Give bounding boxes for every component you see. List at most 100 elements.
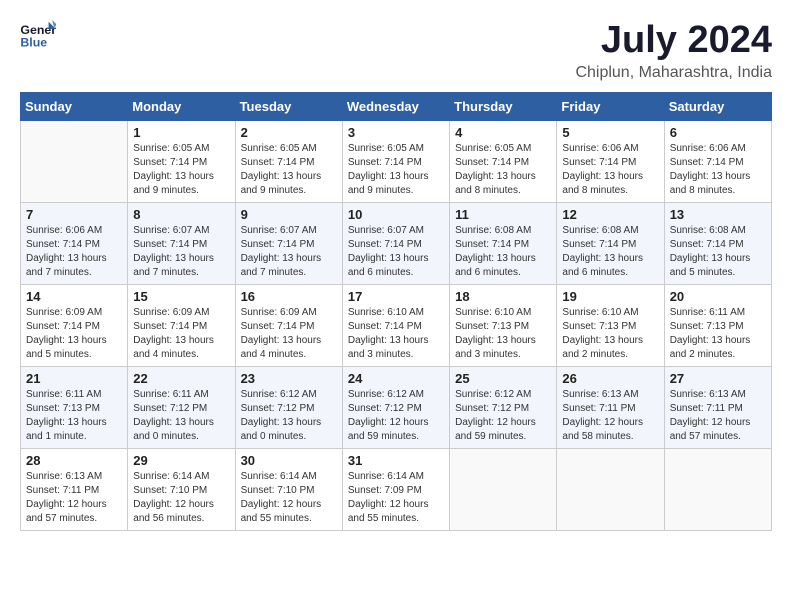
day-info: Sunrise: 6:05 AM Sunset: 7:14 PM Dayligh… xyxy=(241,142,337,198)
calendar-day-cell: 27 Sunrise: 6:13 AM Sunset: 7:11 PM Dayli… xyxy=(664,366,771,448)
day-number: 4 xyxy=(455,125,551,140)
day-number: 10 xyxy=(348,207,444,222)
day-info: Sunrise: 6:14 AM Sunset: 7:10 PM Dayligh… xyxy=(133,470,229,526)
calendar-day-cell: 13 Sunrise: 6:08 AM Sunset: 7:14 PM Dayli… xyxy=(664,202,771,284)
page-header: General Blue July 2024 Chiplun, Maharash… xyxy=(20,20,772,82)
day-number: 2 xyxy=(241,125,337,140)
day-number: 5 xyxy=(562,125,658,140)
calendar-day-cell: 24Sunrise: 6:12 AM Sunset: 7:12 PM Dayli… xyxy=(342,366,449,448)
weekday-header-friday: Friday xyxy=(557,92,664,120)
day-info: Sunrise: 6:13 AM Sunset: 7:11 PM Dayligh… xyxy=(562,388,658,444)
day-number: 30 xyxy=(241,453,337,468)
month-year-title: July 2024 xyxy=(575,20,772,62)
svg-text:Blue: Blue xyxy=(20,35,47,49)
day-number: 11 xyxy=(455,207,551,222)
calendar-day-cell: 18 Sunrise: 6:10 AM Sunset: 7:13 PM Dayli… xyxy=(450,284,557,366)
calendar-day-cell: 17 Sunrise: 6:10 AM Sunset: 7:14 PM Dayli… xyxy=(342,284,449,366)
day-number: 1 xyxy=(133,125,229,140)
day-number: 14 xyxy=(26,289,122,304)
logo-icon: General Blue xyxy=(20,20,56,50)
day-info: Sunrise: 6:09 AM Sunset: 7:14 PM Dayligh… xyxy=(241,306,337,362)
day-info: Sunrise: 6:13 AM Sunset: 7:11 PM Dayligh… xyxy=(670,388,766,444)
weekday-header-sunday: Sunday xyxy=(21,92,128,120)
weekday-header-tuesday: Tuesday xyxy=(235,92,342,120)
calendar-day-cell xyxy=(557,448,664,530)
day-number: 19 xyxy=(562,289,658,304)
calendar-day-cell: 22Sunrise: 6:11 AM Sunset: 7:12 PM Dayli… xyxy=(128,366,235,448)
day-number: 13 xyxy=(670,207,766,222)
calendar-week-row: 1 Sunrise: 6:05 AM Sunset: 7:14 PM Daylig… xyxy=(21,120,772,202)
day-info: Sunrise: 6:08 AM Sunset: 7:14 PM Dayligh… xyxy=(455,224,551,280)
day-number: 29 xyxy=(133,453,229,468)
day-info: Sunrise: 6:07 AM Sunset: 7:14 PM Dayligh… xyxy=(348,224,444,280)
calendar-week-row: 14 Sunrise: 6:09 AM Sunset: 7:14 PM Dayli… xyxy=(21,284,772,366)
day-info: Sunrise: 6:09 AM Sunset: 7:14 PM Dayligh… xyxy=(26,306,122,362)
day-info: Sunrise: 6:11 AM Sunset: 7:13 PM Dayligh… xyxy=(670,306,766,362)
day-number: 21 xyxy=(26,371,122,386)
calendar-day-cell: 14 Sunrise: 6:09 AM Sunset: 7:14 PM Dayli… xyxy=(21,284,128,366)
weekday-header-wednesday: Wednesday xyxy=(342,92,449,120)
day-info: Sunrise: 6:09 AM Sunset: 7:14 PM Dayligh… xyxy=(133,306,229,362)
calendar-day-cell: 1 Sunrise: 6:05 AM Sunset: 7:14 PM Daylig… xyxy=(128,120,235,202)
day-number: 26 xyxy=(562,371,658,386)
day-info: Sunrise: 6:06 AM Sunset: 7:14 PM Dayligh… xyxy=(562,142,658,198)
day-number: 24 xyxy=(348,371,444,386)
calendar-day-cell: 30 Sunrise: 6:14 AM Sunset: 7:10 PM Dayli… xyxy=(235,448,342,530)
calendar-day-cell: 19 Sunrise: 6:10 AM Sunset: 7:13 PM Dayli… xyxy=(557,284,664,366)
weekday-header-row: SundayMondayTuesdayWednesdayThursdayFrid… xyxy=(21,92,772,120)
day-number: 31 xyxy=(348,453,444,468)
calendar-day-cell: 3Sunrise: 6:05 AM Sunset: 7:14 PM Daylig… xyxy=(342,120,449,202)
calendar-day-cell: 10 Sunrise: 6:07 AM Sunset: 7:14 PM Dayli… xyxy=(342,202,449,284)
calendar-day-cell: 21Sunrise: 6:11 AM Sunset: 7:13 PM Dayli… xyxy=(21,366,128,448)
title-block: July 2024 Chiplun, Maharashtra, India xyxy=(575,20,772,82)
day-number: 9 xyxy=(241,207,337,222)
calendar-day-cell: 9 Sunrise: 6:07 AM Sunset: 7:14 PM Daylig… xyxy=(235,202,342,284)
day-info: Sunrise: 6:14 AM Sunset: 7:10 PM Dayligh… xyxy=(241,470,337,526)
logo: General Blue xyxy=(20,20,56,50)
day-number: 25 xyxy=(455,371,551,386)
calendar-day-cell xyxy=(450,448,557,530)
day-info: Sunrise: 6:13 AM Sunset: 7:11 PM Dayligh… xyxy=(26,470,122,526)
day-info: Sunrise: 6:08 AM Sunset: 7:14 PM Dayligh… xyxy=(670,224,766,280)
day-info: Sunrise: 6:10 AM Sunset: 7:14 PM Dayligh… xyxy=(348,306,444,362)
day-info: Sunrise: 6:07 AM Sunset: 7:14 PM Dayligh… xyxy=(241,224,337,280)
day-number: 17 xyxy=(348,289,444,304)
calendar-day-cell: 7Sunrise: 6:06 AM Sunset: 7:14 PM Daylig… xyxy=(21,202,128,284)
calendar-day-cell: 8Sunrise: 6:07 AM Sunset: 7:14 PM Daylig… xyxy=(128,202,235,284)
calendar-day-cell: 2 Sunrise: 6:05 AM Sunset: 7:14 PM Daylig… xyxy=(235,120,342,202)
day-info: Sunrise: 6:06 AM Sunset: 7:14 PM Dayligh… xyxy=(670,142,766,198)
day-info: Sunrise: 6:07 AM Sunset: 7:14 PM Dayligh… xyxy=(133,224,229,280)
day-info: Sunrise: 6:05 AM Sunset: 7:14 PM Dayligh… xyxy=(348,142,444,198)
calendar-day-cell: 12 Sunrise: 6:08 AM Sunset: 7:14 PM Dayli… xyxy=(557,202,664,284)
day-number: 6 xyxy=(670,125,766,140)
calendar-day-cell: 29 Sunrise: 6:14 AM Sunset: 7:10 PM Dayli… xyxy=(128,448,235,530)
calendar-day-cell: 23Sunrise: 6:12 AM Sunset: 7:12 PM Dayli… xyxy=(235,366,342,448)
calendar-day-cell: 5 Sunrise: 6:06 AM Sunset: 7:14 PM Daylig… xyxy=(557,120,664,202)
day-number: 27 xyxy=(670,371,766,386)
day-info: Sunrise: 6:12 AM Sunset: 7:12 PM Dayligh… xyxy=(241,388,337,444)
day-info: Sunrise: 6:14 AM Sunset: 7:09 PM Dayligh… xyxy=(348,470,444,526)
day-info: Sunrise: 6:05 AM Sunset: 7:14 PM Dayligh… xyxy=(133,142,229,198)
weekday-header-thursday: Thursday xyxy=(450,92,557,120)
day-info: Sunrise: 6:10 AM Sunset: 7:13 PM Dayligh… xyxy=(455,306,551,362)
calendar-table: SundayMondayTuesdayWednesdayThursdayFrid… xyxy=(20,92,772,531)
day-info: Sunrise: 6:08 AM Sunset: 7:14 PM Dayligh… xyxy=(562,224,658,280)
day-number: 7 xyxy=(26,207,122,222)
day-info: Sunrise: 6:10 AM Sunset: 7:13 PM Dayligh… xyxy=(562,306,658,362)
calendar-day-cell xyxy=(21,120,128,202)
day-number: 15 xyxy=(133,289,229,304)
day-info: Sunrise: 6:11 AM Sunset: 7:12 PM Dayligh… xyxy=(133,388,229,444)
day-number: 18 xyxy=(455,289,551,304)
calendar-week-row: 21Sunrise: 6:11 AM Sunset: 7:13 PM Dayli… xyxy=(21,366,772,448)
calendar-week-row: 7Sunrise: 6:06 AM Sunset: 7:14 PM Daylig… xyxy=(21,202,772,284)
calendar-day-cell: 11 Sunrise: 6:08 AM Sunset: 7:14 PM Dayli… xyxy=(450,202,557,284)
calendar-day-cell xyxy=(664,448,771,530)
day-number: 20 xyxy=(670,289,766,304)
calendar-day-cell: 16Sunrise: 6:09 AM Sunset: 7:14 PM Dayli… xyxy=(235,284,342,366)
day-number: 12 xyxy=(562,207,658,222)
calendar-week-row: 28Sunrise: 6:13 AM Sunset: 7:11 PM Dayli… xyxy=(21,448,772,530)
weekday-header-monday: Monday xyxy=(128,92,235,120)
calendar-day-cell: 28Sunrise: 6:13 AM Sunset: 7:11 PM Dayli… xyxy=(21,448,128,530)
calendar-day-cell: 26 Sunrise: 6:13 AM Sunset: 7:11 PM Dayli… xyxy=(557,366,664,448)
day-info: Sunrise: 6:05 AM Sunset: 7:14 PM Dayligh… xyxy=(455,142,551,198)
